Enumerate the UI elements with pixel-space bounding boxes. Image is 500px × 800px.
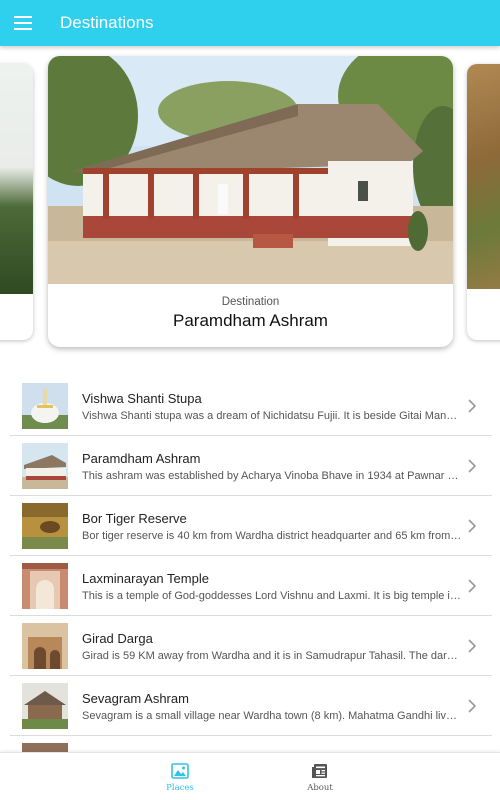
destination-image-previous	[0, 64, 33, 294]
place-title: Girad Darga	[82, 631, 153, 646]
carousel-card-featured[interactable]: Destination Paramdham Ashram	[48, 56, 453, 347]
featured-label: Destination	[221, 296, 280, 308]
destination-carousel[interactable]: Destination Paramdham Ashram	[0, 46, 500, 366]
carousel-card-next[interactable]	[467, 64, 500, 340]
list-item[interactable]: Laxminarayan Temple This is a temple of …	[10, 556, 492, 616]
featured-destination-image	[48, 56, 453, 284]
featured-caption: Destination Paramdham Ashram	[48, 296, 453, 331]
place-thumbnail-partial	[22, 743, 68, 752]
chevron-right-icon	[468, 519, 476, 533]
place-thumbnail-stupa	[22, 383, 68, 429]
chevron-right-icon	[468, 639, 476, 653]
destination-image-next	[467, 64, 500, 289]
list-item[interactable]: Vishwa Shanti Stupa Vishwa Shanti stupa …	[10, 376, 492, 436]
place-thumbnail-tiger-reserve	[22, 503, 68, 549]
list-item[interactable]: Paramdham Ashram This ashram was establi…	[10, 436, 492, 496]
bottom-navigation: Places About	[0, 752, 500, 800]
place-description: Sevagram is a small village near Wardha …	[82, 710, 462, 722]
nav-label-about: About	[307, 783, 333, 793]
place-description: This ashram was established by Acharya V…	[82, 470, 462, 482]
list-item[interactable]: Sevagram Ashram Sevagram is a small vill…	[10, 676, 492, 736]
list-item[interactable]	[10, 736, 492, 752]
place-thumbnail-sevagram	[22, 683, 68, 729]
place-title: Bor Tiger Reserve	[82, 511, 187, 526]
chevron-right-icon	[468, 459, 476, 473]
nav-tab-places[interactable]: Places	[140, 753, 220, 800]
place-title: Paramdham Ashram	[82, 451, 201, 466]
place-description: This is a temple of God-goddesses Lord V…	[82, 590, 462, 602]
place-description: Bor tiger reserve is 40 km from Wardha d…	[82, 530, 462, 542]
place-description: Girad is 59 KM away from Wardha and it i…	[82, 650, 462, 662]
place-title: Vishwa Shanti Stupa	[82, 391, 202, 406]
carousel-card-previous[interactable]	[0, 64, 33, 340]
featured-name: Paramdham Ashram	[173, 311, 328, 330]
place-title: Sevagram Ashram	[82, 691, 189, 706]
menu-icon	[14, 16, 32, 30]
places-list: Vishwa Shanti Stupa Vishwa Shanti stupa …	[10, 376, 492, 752]
place-thumbnail-ashram	[22, 443, 68, 489]
place-description: Vishwa Shanti stupa was a dream of Nichi…	[82, 410, 462, 422]
menu-button[interactable]	[0, 0, 46, 46]
place-thumbnail-darga	[22, 623, 68, 669]
list-item[interactable]: Bor Tiger Reserve Bor tiger reserve is 4…	[10, 496, 492, 556]
list-item[interactable]: Girad Darga Girad is 59 KM away from War…	[10, 616, 492, 676]
chevron-right-icon	[468, 579, 476, 593]
nav-tab-about[interactable]: About	[280, 753, 360, 800]
place-thumbnail-temple	[22, 563, 68, 609]
app-bar: Destinations	[0, 0, 500, 46]
photo-icon	[171, 763, 189, 779]
newspaper-icon	[312, 764, 327, 778]
chevron-right-icon	[468, 399, 476, 413]
page-title: Destinations	[60, 13, 154, 32]
chevron-right-icon	[468, 699, 476, 713]
nav-label-places: Places	[166, 783, 194, 793]
place-title: Laxminarayan Temple	[82, 571, 209, 586]
